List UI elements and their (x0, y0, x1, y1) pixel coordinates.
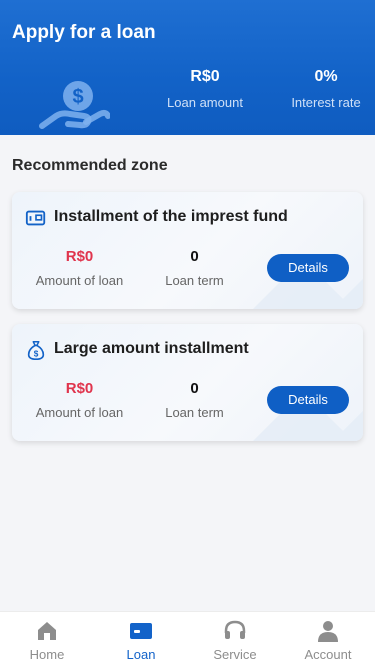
money-bag-icon: $ (27, 341, 45, 360)
loan-amount-label: Loan amount (167, 95, 243, 110)
loan-product-card[interactable]: $ Large amount installment R$0 Amount of… (12, 324, 363, 441)
loan-term: 0 Loan term (152, 380, 237, 420)
loan-amount-stat: R$0 Loan amount (160, 68, 250, 110)
details-button[interactable]: Details (267, 386, 349, 414)
tab-account[interactable]: Account (281, 612, 375, 667)
tab-loan[interactable]: Loan (94, 612, 188, 667)
person-icon (318, 621, 338, 642)
bottom-tab-bar: Home Loan Service Account (0, 611, 375, 667)
page-title: Apply for a loan (12, 22, 156, 43)
interest-rate-stat: 0% Interest rate (282, 68, 370, 110)
details-button[interactable]: Details (267, 254, 349, 282)
loan-amount-value: R$0 (190, 68, 220, 85)
interest-rate-label: Interest rate (291, 95, 361, 110)
loan-term: 0 Loan term (152, 248, 237, 288)
headset-icon (224, 620, 246, 639)
dollar-hand-icon: $ (39, 81, 110, 129)
amount-value: R$0 (65, 248, 94, 265)
amount-of-loan: R$0 Amount of loan (22, 248, 137, 288)
term-value: 0 (190, 248, 199, 265)
header-banner: Apply for a loan $ R$0 Loan amount 0% In… (0, 0, 375, 135)
loan-product-card[interactable]: Installment of the imprest fund R$0 Amou… (12, 192, 363, 309)
card-icon (25, 210, 46, 226)
svg-text:$: $ (34, 349, 39, 358)
tab-label: Service (213, 647, 257, 662)
term-value: 0 (190, 380, 199, 397)
loan-icon (130, 623, 152, 639)
tab-label: Account (304, 647, 352, 662)
svg-text:$: $ (72, 86, 83, 108)
term-label: Loan term (165, 405, 224, 420)
amount-of-loan: R$0 Amount of loan (22, 380, 137, 420)
home-icon (38, 622, 56, 640)
amount-label: Amount of loan (35, 273, 124, 288)
card-title: Large amount installment (54, 340, 249, 357)
tab-home[interactable]: Home (0, 612, 94, 667)
tab-service[interactable]: Service (188, 612, 282, 667)
tab-label: Loan (126, 647, 156, 662)
interest-rate-value: 0% (314, 68, 338, 85)
section-title: Recommended zone (12, 157, 168, 174)
amount-label: Amount of loan (35, 405, 124, 420)
amount-value: R$0 (65, 380, 94, 397)
tab-label: Home (29, 647, 65, 662)
term-label: Loan term (165, 273, 224, 288)
card-title: Installment of the imprest fund (54, 208, 288, 225)
